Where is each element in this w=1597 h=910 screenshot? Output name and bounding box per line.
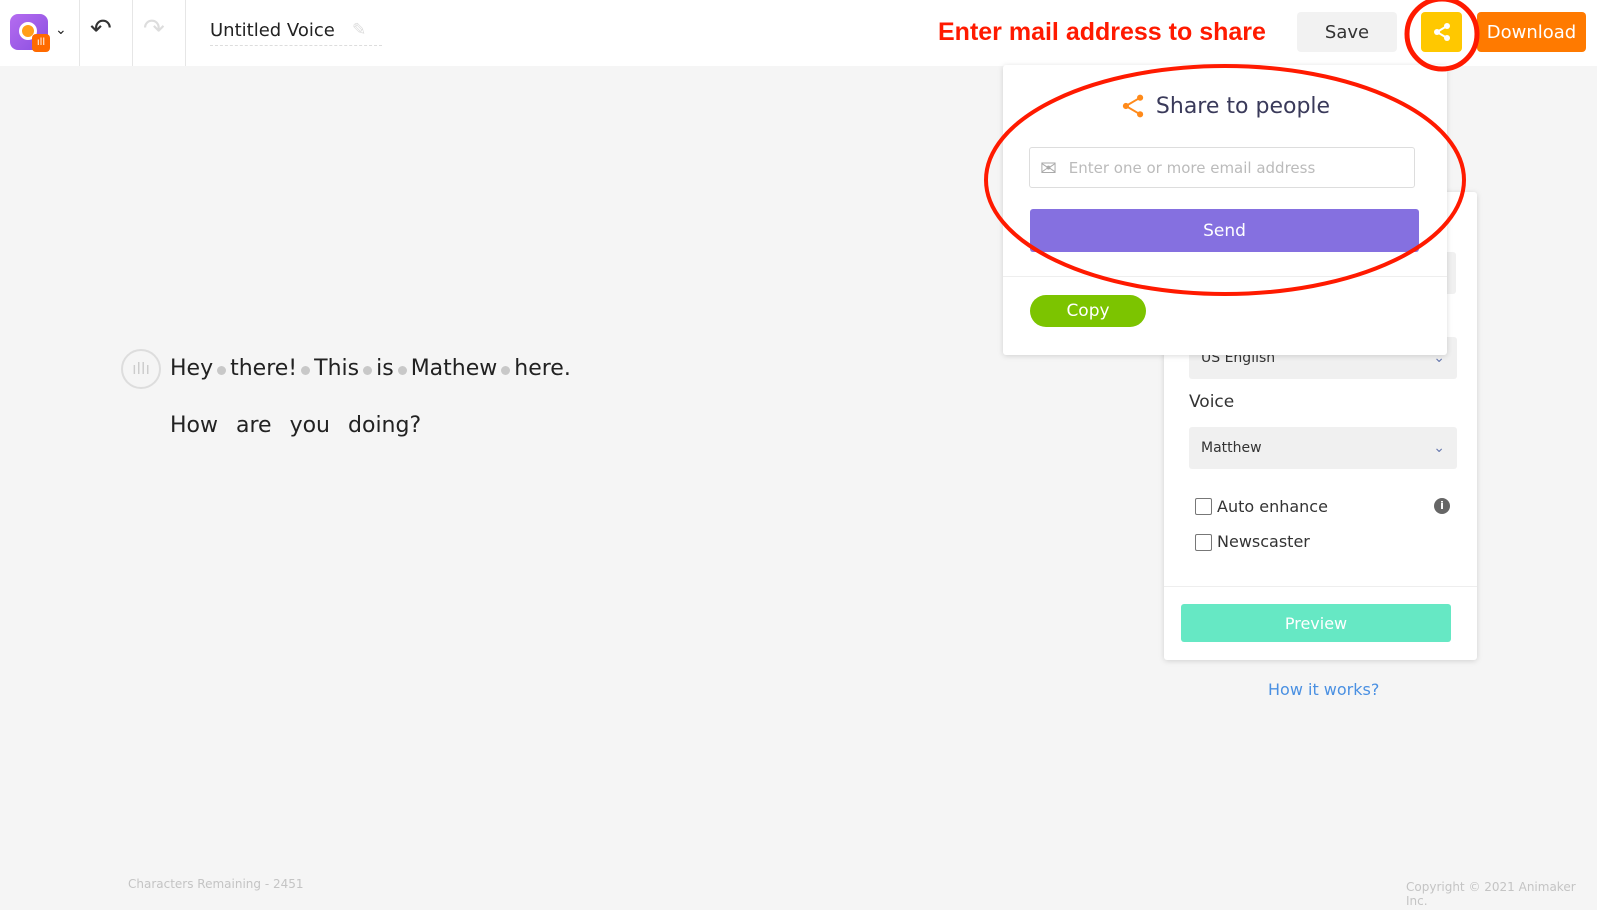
newscaster-checkbox[interactable]	[1195, 534, 1212, 551]
copy-button[interactable]: Copy	[1030, 295, 1146, 327]
divider	[185, 0, 186, 66]
word[interactable]: here.	[514, 356, 571, 381]
word[interactable]: there!	[230, 356, 297, 381]
word[interactable]: you	[290, 413, 330, 438]
word[interactable]: are	[236, 413, 272, 438]
chevron-down-icon: ⌄	[1433, 440, 1445, 456]
voice-select[interactable]: Matthew ⌄	[1189, 427, 1457, 469]
divider	[79, 0, 80, 66]
copyright: Copyright © 2021 Animaker Inc.	[1406, 880, 1576, 908]
voice-label: Voice	[1189, 392, 1235, 412]
email-placeholder: Enter one or more email address	[1068, 158, 1316, 177]
undo-icon[interactable]: ↶	[90, 14, 112, 44]
script-line-1[interactable]: Hey there! This is Mathew here.	[170, 356, 571, 381]
edit-pencil-icon[interactable]: ✎	[352, 20, 366, 40]
word[interactable]: How	[170, 413, 218, 438]
mail-icon: ✉	[1040, 155, 1057, 180]
share-popup-title: Share to people	[1155, 93, 1331, 119]
word[interactable]: This	[314, 356, 359, 381]
app-menu-chevron-icon[interactable]: ⌄	[55, 22, 67, 38]
word[interactable]: is	[376, 356, 394, 381]
share-icon	[1122, 94, 1144, 118]
script-line-2[interactable]: How are you doing?	[170, 413, 421, 438]
divider	[1164, 586, 1477, 587]
download-button[interactable]: Download	[1477, 12, 1586, 52]
app-logo[interactable]: ıll	[10, 14, 50, 52]
divider	[132, 0, 133, 66]
voice-value: Matthew	[1201, 440, 1262, 456]
info-icon[interactable]: i	[1434, 498, 1450, 514]
share-button[interactable]	[1421, 12, 1462, 52]
auto-enhance-checkbox[interactable]	[1195, 498, 1212, 515]
save-button[interactable]: Save	[1297, 12, 1397, 52]
word[interactable]: Hey	[170, 356, 213, 381]
characters-remaining: Characters Remaining - 2451	[128, 877, 304, 891]
top-toolbar: ıll ⌄ ↶ ↷ Untitled Voice ✎ Enter mail ad…	[0, 0, 1597, 66]
word[interactable]: doing?	[348, 413, 421, 438]
send-button[interactable]: Send	[1030, 209, 1419, 252]
auto-enhance-label: Auto enhance	[1217, 497, 1328, 516]
preview-button[interactable]: Preview	[1181, 604, 1451, 642]
mic-waveform-icon[interactable]: ıllı	[121, 349, 161, 389]
word[interactable]: Mathew	[411, 356, 498, 381]
annotation-text: Enter mail address to share	[938, 18, 1266, 46]
share-icon	[1433, 23, 1450, 41]
how-it-works-link[interactable]: How it works?	[1268, 680, 1379, 699]
email-input[interactable]: ✉ Enter one or more email address	[1029, 147, 1415, 188]
newscaster-label: Newscaster	[1217, 532, 1310, 551]
divider	[1003, 276, 1447, 277]
redo-icon[interactable]: ↷	[143, 14, 165, 44]
share-popup: Share to people ✉ Enter one or more emai…	[1003, 65, 1447, 355]
